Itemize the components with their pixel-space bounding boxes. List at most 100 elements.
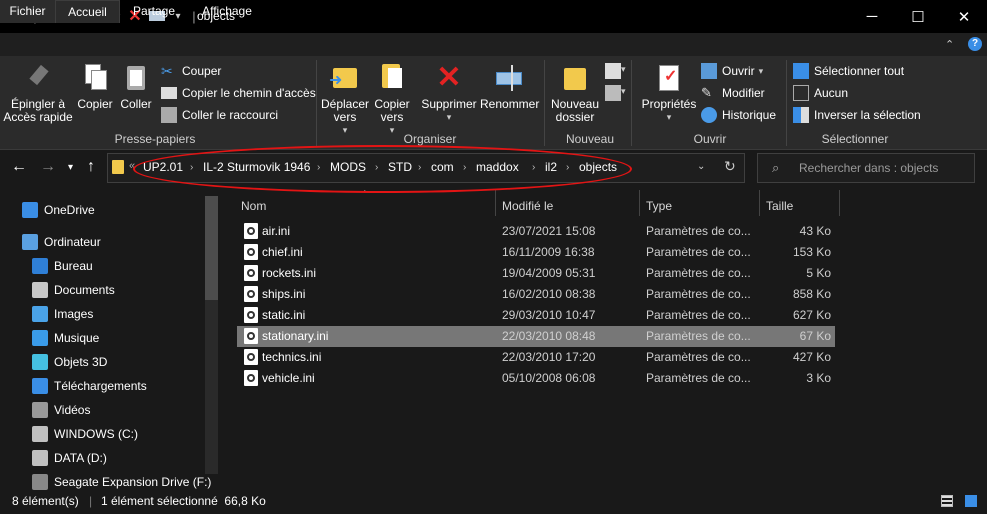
copy-path-label: Copier le chemin d'accès: [182, 86, 316, 100]
rename-button[interactable]: Renommer: [480, 62, 539, 111]
collapse-ribbon-icon[interactable]: ⌃: [945, 38, 954, 51]
copy-path-icon: [161, 87, 177, 99]
recent-locations-chevron-down-icon[interactable]: ▾: [68, 162, 73, 173]
group-organize-label: Organiser: [403, 132, 457, 146]
drive-icon: [32, 450, 48, 466]
back-arrow-icon[interactable]: ←: [11, 158, 27, 176]
column-separator[interactable]: [495, 190, 496, 216]
column-header-name[interactable]: Nom: [241, 195, 266, 217]
nav-item[interactable]: Bureau: [32, 255, 93, 277]
breadcrumb-separator-chevron-icon[interactable]: ›: [190, 162, 193, 173]
new-item-dropdown-icon[interactable]: ▾: [621, 64, 626, 75]
nav-item[interactable]: DATA (D:): [32, 447, 107, 469]
breadcrumb-item[interactable]: UP2.01: [143, 160, 183, 174]
nav-scrollbar-track[interactable]: [205, 300, 218, 474]
search-input[interactable]: Rechercher dans : objects: [799, 161, 938, 175]
file-row[interactable]: chief.ini 16/11/2009 16:38 Paramètres de c…: [237, 242, 835, 263]
column-separator[interactable]: [639, 190, 640, 216]
move-to-icon: ➜: [329, 62, 361, 94]
selection-info: 1 élément sélectionné 66,8 Ko: [101, 494, 266, 508]
breadcrumb-separator-chevron-icon[interactable]: ›: [463, 162, 466, 173]
file-row[interactable]: rockets.ini 19/04/2009 05:31 Paramètres de…: [237, 263, 835, 284]
breadcrumb-separator-chevron-icon[interactable]: ›: [375, 162, 378, 173]
nav-item[interactable]: OneDrive: [22, 199, 95, 221]
file-row[interactable]: vehicle.ini 05/10/2008 06:08 Paramètres de…: [237, 368, 835, 389]
new-folder-button[interactable]: Nouveau dossier: [548, 62, 602, 124]
breadcrumb-separator-chevron-icon[interactable]: ›: [532, 162, 535, 173]
new-item-icon[interactable]: [605, 63, 621, 79]
delete-button[interactable]: ✕ Supprimer ▾: [421, 62, 477, 124]
breadcrumb-separator-chevron-icon[interactable]: ›: [418, 162, 421, 173]
breadcrumb-item[interactable]: MODS: [330, 160, 366, 174]
file-modified: 16/02/2010 08:38: [502, 287, 596, 301]
move-to-button[interactable]: ➜ Déplacer vers ▾: [320, 62, 370, 137]
invert-selection-label: Inverser la sélection: [814, 108, 921, 122]
file-modified: 23/07/2021 15:08: [502, 224, 596, 238]
move-to-label: Déplacer vers: [320, 97, 370, 124]
easy-access-dropdown-icon[interactable]: ▾: [621, 86, 626, 97]
refresh-icon[interactable]: ↻: [724, 158, 736, 175]
close-button[interactable]: ✕: [941, 0, 987, 33]
tab-share[interactable]: Partage: [122, 0, 186, 23]
open-button[interactable]: Ouvrir ▾: [701, 61, 763, 81]
copy-icon: [79, 62, 111, 94]
file-row[interactable]: technics.ini 22/03/2010 17:20 Paramètres d…: [237, 347, 835, 368]
nav-scrollbar[interactable]: [205, 196, 218, 300]
invert-selection-button[interactable]: Inverser la sélection: [793, 105, 921, 125]
tab-view[interactable]: Affichage: [186, 0, 268, 23]
file-row[interactable]: static.ini 29/03/2010 10:47 Paramètres de …: [237, 305, 835, 326]
nav-item[interactable]: Documents: [32, 279, 115, 301]
breadcrumb-item[interactable]: objects: [579, 160, 617, 174]
nav-item[interactable]: WINDOWS (C:): [32, 423, 138, 445]
maximize-button[interactable]: ☐: [895, 0, 941, 33]
help-icon[interactable]: ?: [968, 37, 982, 51]
nav-item[interactable]: Objets 3D: [32, 351, 107, 373]
copy-button[interactable]: Copier: [75, 62, 115, 111]
breadcrumb-item[interactable]: IL-2 Sturmovik 1946: [203, 160, 310, 174]
column-header-modified[interactable]: Modifié le: [502, 195, 553, 217]
select-none-button[interactable]: Aucun: [793, 83, 848, 103]
breadcrumb-separator-chevron-icon[interactable]: ›: [566, 162, 569, 173]
minimize-button[interactable]: ─: [849, 0, 895, 33]
large-icons-view-icon[interactable]: [965, 495, 977, 507]
up-arrow-icon[interactable]: ↑: [87, 158, 95, 176]
details-view-icon[interactable]: [941, 495, 953, 507]
file-row[interactable]: air.ini 23/07/2021 15:08 Paramètres de co.…: [237, 221, 835, 242]
nav-item[interactable]: Téléchargements: [32, 375, 147, 397]
breadcrumb-item[interactable]: maddox: [476, 160, 519, 174]
cut-button[interactable]: ✂ Couper: [161, 61, 221, 81]
history-button[interactable]: Historique: [701, 105, 776, 125]
document-icon: [32, 282, 48, 298]
column-separator[interactable]: [839, 190, 840, 216]
copy-path-button[interactable]: Copier le chemin d'accès: [161, 83, 316, 103]
paste-shortcut-button[interactable]: Coller le raccourci: [161, 105, 278, 125]
file-row[interactable]: stationary.ini 22/03/2010 08:48 Paramètres…: [237, 326, 835, 347]
nav-item-label: Ordinateur: [44, 235, 101, 249]
nav-item[interactable]: Images: [32, 303, 93, 325]
nav-item[interactable]: Musique: [32, 327, 99, 349]
column-separator[interactable]: [759, 190, 760, 216]
overflow-chevron-icon[interactable]: «: [129, 160, 135, 172]
paste-button[interactable]: Coller: [117, 62, 155, 111]
pin-quick-access-button[interactable]: Épingler à Accès rapide: [3, 62, 73, 124]
nav-item[interactable]: Vidéos: [32, 399, 90, 421]
breadcrumb-separator-chevron-icon[interactable]: ›: [317, 162, 320, 173]
forward-arrow-icon[interactable]: →: [40, 158, 56, 176]
column-header-type[interactable]: Type: [646, 195, 672, 217]
breadcrumb-item[interactable]: STD: [388, 160, 412, 174]
address-dropdown-chevron-icon[interactable]: ⌄: [697, 161, 705, 172]
column-header-size[interactable]: Taille: [766, 195, 793, 217]
copy-to-button[interactable]: Copier vers ▾: [371, 62, 413, 137]
select-all-button[interactable]: Sélectionner tout: [793, 61, 904, 81]
easy-access-icon[interactable]: [605, 85, 621, 101]
tab-home[interactable]: Accueil: [55, 0, 120, 23]
properties-button[interactable]: ✓ Propriétés ▾: [640, 62, 698, 124]
file-row[interactable]: ships.ini 16/02/2010 08:38 Paramètres de c…: [237, 284, 835, 305]
breadcrumb-item[interactable]: il2: [545, 160, 557, 174]
breadcrumb-item[interactable]: com: [431, 160, 454, 174]
tab-file[interactable]: Fichier: [0, 0, 55, 23]
nav-item[interactable]: Ordinateur: [22, 231, 101, 253]
ribbon-separator: [631, 60, 632, 146]
modify-button[interactable]: ✎ Modifier: [701, 83, 765, 103]
nav-item-label: Images: [54, 307, 94, 321]
